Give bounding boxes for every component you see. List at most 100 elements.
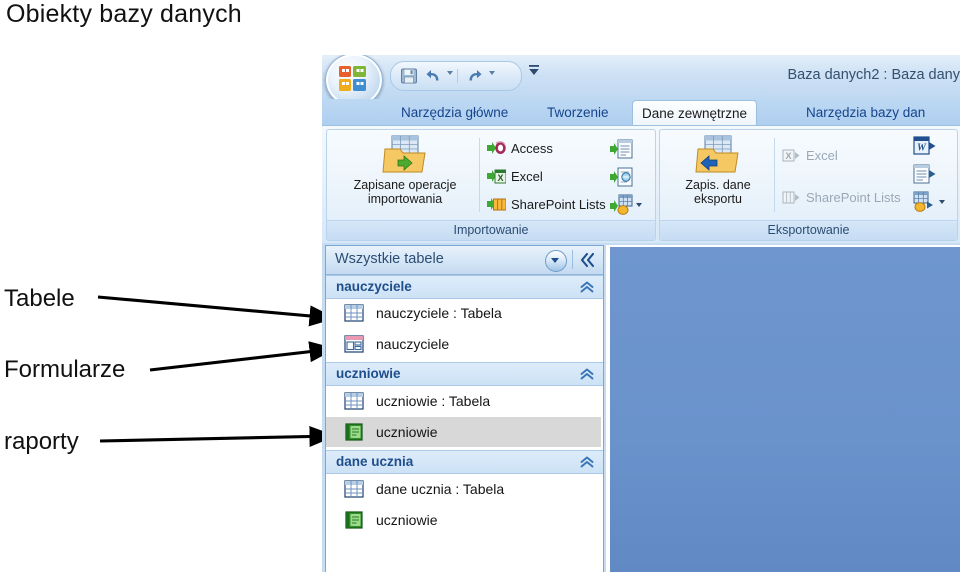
more-import-icon (610, 194, 633, 215)
export-sharepoint-item[interactable]: SharePoint Lists (782, 188, 901, 207)
navigation-pane-header: Wszystkie tabele (326, 246, 603, 275)
tab-narzedzia-glowne[interactable]: Narzędzia główne (392, 100, 517, 126)
svg-text:W: W (917, 143, 927, 154)
nav-group-header-dane-ucznia[interactable]: dane ucznia (326, 450, 603, 474)
export-group-label: Eksportowanie (660, 220, 957, 240)
sharepoint-export-icon (782, 188, 801, 207)
nav-item-nauczyciele-tabela[interactable]: nauczyciele : Tabela (326, 298, 601, 328)
more-export-icon (913, 191, 933, 212)
export-more-button[interactable] (913, 191, 945, 213)
nav-group-name-uczniowie: uczniowie (336, 366, 401, 381)
workspace-canvas (610, 247, 960, 572)
import-group-label: Importowanie (327, 220, 655, 240)
export-more-caret[interactable] (939, 200, 945, 204)
import-sharepoint-item[interactable]: SharePoint Lists (487, 195, 606, 214)
table-icon (344, 480, 364, 498)
navigation-pane-title: Wszystkie tabele (335, 251, 444, 267)
arrow-formularze (149, 341, 337, 372)
nav-group-name-dane-ucznia: dane ucznia (336, 454, 414, 469)
navigation-pane-header-divider (572, 250, 573, 269)
import-xml-file-button[interactable] (610, 166, 634, 193)
import-group-divider (479, 138, 480, 212)
saved-exports-label-line2: eksportu (694, 192, 742, 206)
table-icon (344, 304, 364, 322)
tab-tworzenie[interactable]: Tworzenie (538, 100, 618, 126)
double-chevron-left-icon[interactable] (578, 251, 598, 269)
nav-item-label: nauczyciele : Tabela (376, 305, 502, 321)
nav-item-uczniowie-raport[interactable]: uczniowie (326, 417, 601, 447)
office-logo-icon (339, 66, 366, 91)
undo-dropdown-caret[interactable] (447, 71, 453, 75)
report-icon (344, 423, 364, 441)
save-icon[interactable] (400, 67, 418, 85)
ribbon-tab-strip: Narzędzia główne Tworzenie Dane zewnętrz… (322, 99, 960, 128)
nav-group-name-nauczyciele: nauczyciele (336, 279, 412, 294)
access-application-window: Baza danych2 : Baza dany Narzędzia główn… (322, 55, 960, 572)
report-icon (344, 511, 364, 529)
export-excel-item[interactable]: X Excel (782, 146, 838, 165)
nav-group-header-uczniowie[interactable]: uczniowie (326, 362, 603, 386)
saved-exports-label-line1: Zapis. dane (685, 178, 751, 192)
ribbon-group-export: Zapis. dane eksportu X Excel SharePoint … (659, 129, 958, 241)
qat-divider (457, 69, 458, 83)
import-access-label: Access (511, 141, 553, 156)
page-title: Obiekty bazy danych (6, 0, 242, 28)
export-excel-label: Excel (806, 148, 838, 163)
import-sharepoint-label: SharePoint Lists (511, 197, 606, 212)
form-icon (344, 335, 364, 353)
table-icon (344, 392, 364, 410)
double-chevron-up-icon[interactable] (579, 367, 595, 381)
export-sharepoint-label: SharePoint Lists (806, 190, 901, 205)
saved-exports-button[interactable]: Zapis. dane eksportu (666, 135, 770, 206)
document-title: Baza danych2 : Baza dany (787, 67, 960, 83)
export-text-file-button[interactable] (913, 163, 937, 190)
nav-item-uczniowie-tabela[interactable]: uczniowie : Tabela (326, 386, 601, 416)
ribbon: Zapisane operacje importowania Access X (322, 125, 960, 243)
import-excel-item[interactable]: X Excel (487, 167, 543, 186)
arrow-raporty (99, 425, 337, 448)
import-more-caret[interactable] (636, 203, 642, 207)
nav-item-dane-ucznia-raport[interactable]: uczniowie (326, 505, 601, 535)
xml-file-import-icon (610, 167, 633, 187)
excel-import-icon: X (487, 167, 507, 186)
annotation-label-tabele: Tabele (4, 285, 75, 312)
customize-qat-icon[interactable] (527, 64, 541, 78)
nav-item-label: uczniowie (376, 512, 438, 528)
quick-access-toolbar (390, 61, 522, 91)
redo-dropdown-caret[interactable] (489, 71, 495, 75)
tab-dane-zewnetrzne[interactable]: Dane zewnętrzne (632, 100, 758, 128)
import-more-button[interactable] (610, 194, 642, 216)
export-folder-icon (695, 135, 739, 173)
nav-item-dane-ucznia-tabela[interactable]: dane ucznia : Tabela (326, 474, 601, 504)
double-chevron-up-icon[interactable] (579, 280, 595, 294)
ribbon-group-import: Zapisane operacje importowania Access X (326, 129, 656, 241)
undo-icon[interactable] (425, 67, 443, 85)
nav-item-label: nauczyciele (376, 336, 450, 352)
annotation-label-raporty: raporty (4, 428, 79, 455)
import-text-file-button[interactable] (610, 138, 634, 165)
saved-imports-label-line1: Zapisane operacje (353, 178, 457, 192)
workspace-area (606, 245, 960, 572)
sharepoint-import-icon (487, 195, 507, 214)
nav-item-label: dane ucznia : Tabela (376, 481, 505, 497)
chevron-down-icon[interactable] (545, 250, 567, 272)
nav-group-header-nauczyciele[interactable]: nauczyciele (326, 275, 603, 299)
import-folder-icon (382, 135, 426, 173)
navigation-pane: Wszystkie tabele nauczyciele nauczyciele… (325, 245, 604, 572)
import-excel-label: Excel (511, 169, 543, 184)
word-export-icon: W (913, 136, 936, 155)
text-file-export-icon (913, 164, 936, 184)
svg-text:X: X (785, 151, 791, 161)
tab-narzedzia-bazy-danych[interactable]: Narzędzia bazy dan (797, 100, 934, 126)
export-group-divider (774, 138, 775, 212)
nav-item-nauczyciele-formularz[interactable]: nauczyciele (326, 329, 601, 359)
export-word-button[interactable]: W (913, 135, 937, 162)
redo-icon[interactable] (465, 67, 483, 85)
import-access-item[interactable]: Access (487, 139, 553, 158)
excel-export-icon: X (782, 146, 801, 165)
title-bar: Baza danych2 : Baza dany (322, 55, 960, 107)
nav-item-label: uczniowie : Tabela (376, 393, 491, 409)
double-chevron-up-icon[interactable] (579, 455, 595, 469)
arrow-tabele (97, 295, 337, 327)
saved-imports-button[interactable]: Zapisane operacje importowania (335, 135, 475, 206)
